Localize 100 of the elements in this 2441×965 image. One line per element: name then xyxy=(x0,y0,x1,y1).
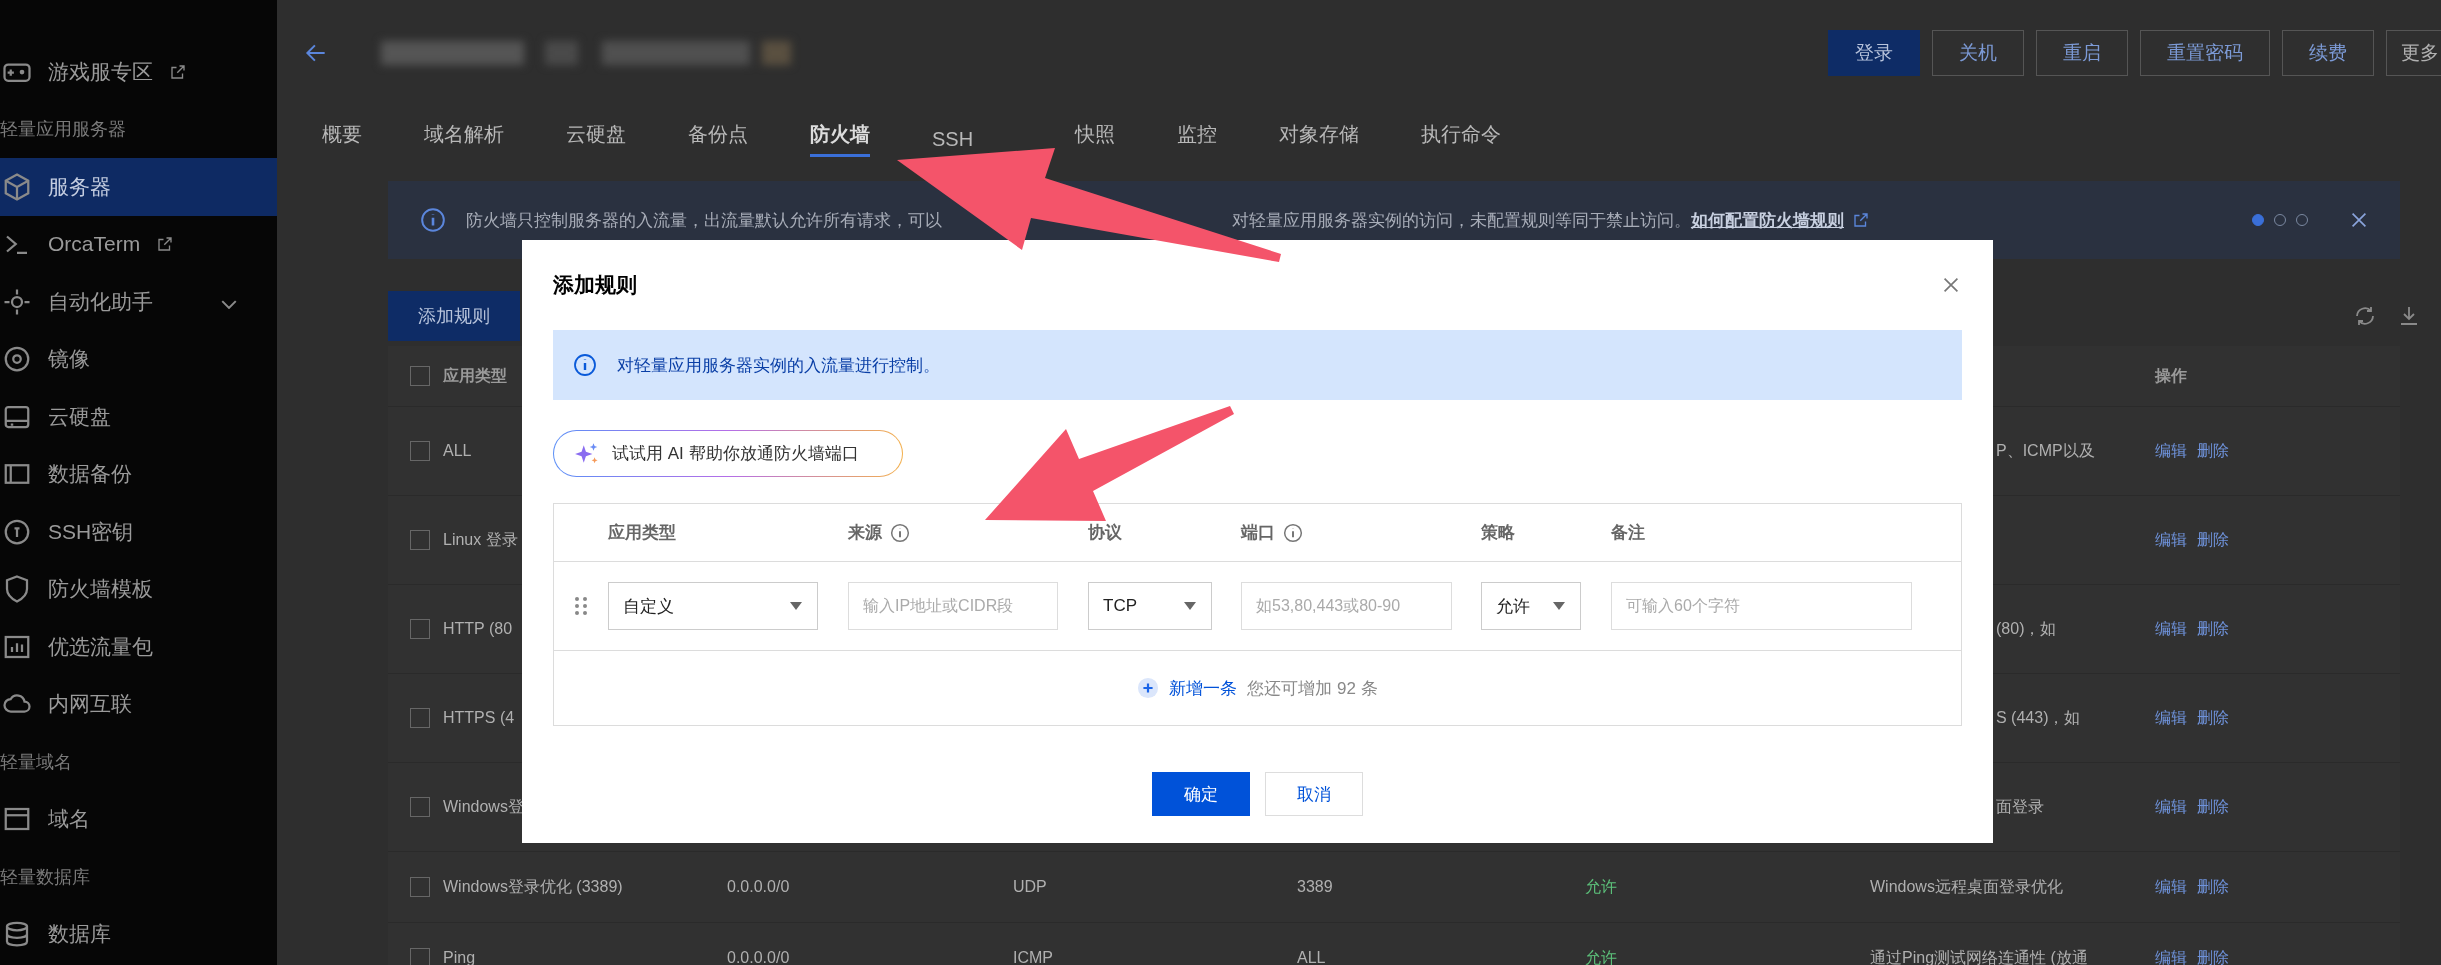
row-action-link[interactable]: 编辑 xyxy=(2155,947,2187,965)
table-cell: HTTP (80 xyxy=(443,620,513,638)
table-cell-text: (80)，如 xyxy=(1996,618,2057,639)
help-link[interactable]: 如何配置防火墙规则 xyxy=(1691,208,1844,232)
tab[interactable]: SSH xyxy=(932,121,974,151)
dialog-title: 添加规则 xyxy=(553,272,637,298)
remaining-count: 您还可增加 92 条 xyxy=(1247,677,1378,700)
table-cell-text: S (443)，如 xyxy=(1996,707,2081,728)
tab[interactable]: 云硬盘 xyxy=(566,115,626,157)
row-checkbox[interactable] xyxy=(410,948,430,965)
confirm-button[interactable]: 确定 xyxy=(1152,772,1250,816)
external-link-icon xyxy=(169,62,187,81)
row-action-link[interactable]: 编辑 xyxy=(2155,876,2187,898)
sidebar-section-title: 轻量数据库 xyxy=(0,865,91,889)
row-action-link[interactable]: 编辑 xyxy=(2155,707,2187,729)
tab[interactable]: 域名解析 xyxy=(424,115,504,157)
sidebar-item[interactable]: 内网互联 xyxy=(0,675,277,733)
sidebar-item[interactable]: 自动化助手 xyxy=(0,273,277,331)
tab[interactable]: 概要 xyxy=(322,115,362,157)
sidebar-item[interactable]: 服务器 xyxy=(0,158,277,216)
row-checkbox[interactable] xyxy=(410,797,430,817)
tab[interactable]: 执行命令 xyxy=(1421,115,1502,157)
sidebar-item[interactable]: SSH密钥 xyxy=(0,503,277,561)
table-cell: UDP xyxy=(1013,878,1047,896)
row-checkbox[interactable] xyxy=(410,877,430,897)
table-cell-text: 面登录 xyxy=(1996,796,2044,817)
sidebar-item[interactable]: 云硬盘 xyxy=(0,388,277,446)
dropdown-select[interactable]: 自定义 xyxy=(608,582,818,630)
caret-icon xyxy=(789,601,803,611)
cube-icon xyxy=(2,171,32,202)
column-header: 备注 xyxy=(1611,522,1645,544)
drag-handle-icon[interactable] xyxy=(575,597,587,615)
tab[interactable]: 监控 xyxy=(1177,115,1218,157)
row-action-link[interactable]: 删除 xyxy=(2197,796,2229,818)
row-checkbox[interactable] xyxy=(410,441,430,461)
refresh-icon xyxy=(2353,304,2377,328)
dropdown-select[interactable]: TCP xyxy=(1088,582,1212,630)
column-header: 操作 xyxy=(2155,365,2187,386)
column-header: 应用类型 xyxy=(443,365,507,386)
info-icon xyxy=(1283,522,1303,543)
cancel-button[interactable]: 取消 xyxy=(1265,772,1363,816)
row-action-link[interactable]: 删除 xyxy=(2197,529,2229,551)
table-cell: 允许 xyxy=(1585,947,1617,965)
header-button[interactable]: 重启 xyxy=(2036,29,2128,76)
row-action-link[interactable]: 删除 xyxy=(2197,947,2229,965)
table-cell: ALL xyxy=(1297,949,1326,965)
column-header: 端口 xyxy=(1241,522,1275,544)
caret-icon xyxy=(1183,601,1197,611)
plus-circle-icon[interactable] xyxy=(1137,677,1160,699)
tab[interactable]: 对象存储 xyxy=(1279,115,1360,157)
row-action-link[interactable]: 删除 xyxy=(2197,618,2229,640)
row-checkbox[interactable] xyxy=(410,530,430,550)
column-header: 协议 xyxy=(1088,522,1122,544)
row-checkbox[interactable] xyxy=(410,708,430,728)
sidebar-item[interactable]: 数据备份 xyxy=(0,445,277,503)
table-cell-text: 允许 xyxy=(1585,876,1617,897)
banner-text: 对轻量应用服务器实例的访问，未配置规则等同于禁止访问。 xyxy=(1232,209,1691,232)
table-cell: ALL xyxy=(443,442,472,460)
table-cell: 0.0.0.0/0 xyxy=(727,878,790,896)
column-header: 来源 xyxy=(848,522,882,544)
pager-dot[interactable] xyxy=(2252,214,2264,226)
sidebar-item[interactable]: 数据库 xyxy=(0,905,277,963)
input-field[interactable]: 可输入60个字符 xyxy=(1611,582,1912,630)
row-action-link[interactable]: 删除 xyxy=(2197,440,2229,462)
table-cell-text: Windows登 xyxy=(443,796,524,817)
row-action-link[interactable]: 编辑 xyxy=(2155,529,2187,551)
header-button[interactable]: 更多 xyxy=(2386,29,2441,76)
caret-icon xyxy=(1552,601,1566,611)
input-field[interactable]: 输入IP地址或CIDR段 xyxy=(848,582,1058,630)
sidebar-item[interactable]: 优选流量包 xyxy=(0,618,277,676)
table-cell: 0.0.0.0/0 xyxy=(727,949,790,965)
row-action-link[interactable]: 编辑 xyxy=(2155,796,2187,818)
row-action-link[interactable]: 删除 xyxy=(2197,707,2229,729)
tab[interactable]: 快照 xyxy=(1075,115,1116,157)
sidebar-item[interactable]: OrcaTerm xyxy=(0,215,277,273)
column-header: 策略 xyxy=(1481,522,1515,544)
select-all-checkbox[interactable] xyxy=(410,366,430,386)
header-button[interactable]: 关机 xyxy=(1932,29,2024,76)
header-button[interactable]: 重置密码 xyxy=(2140,29,2270,76)
row-action-link[interactable]: 删除 xyxy=(2197,876,2229,898)
table-cell: ICMP xyxy=(1013,949,1053,965)
tab[interactable]: 防火墙 xyxy=(810,115,870,157)
add-rule-button[interactable]: 添加规则 xyxy=(388,291,520,341)
add-row-link[interactable]: 新增一条 xyxy=(1169,676,1238,700)
sidebar-item[interactable]: 游戏服专区 xyxy=(0,43,277,101)
sidebar-item[interactable]: 域名 xyxy=(0,790,277,848)
chevron-down-icon xyxy=(221,299,237,309)
sidebar-item[interactable]: 防火墙模板 xyxy=(0,560,277,618)
header-button[interactable]: 登录 xyxy=(1828,29,1920,76)
row-action-link[interactable]: 编辑 xyxy=(2155,440,2187,462)
dropdown-select[interactable]: 允许 xyxy=(1481,582,1581,630)
row-action-link[interactable]: 编辑 xyxy=(2155,618,2187,640)
ai-assist-button[interactable]: 试试用 AI 帮助你放通防火墙端口 xyxy=(553,430,903,477)
input-field[interactable]: 如53,80,443或80-90 xyxy=(1241,582,1452,630)
row-checkbox[interactable] xyxy=(410,619,430,639)
table-cell-text: Windows登录优化 (3389) xyxy=(443,876,623,897)
sidebar-item[interactable]: 镜像 xyxy=(0,330,277,388)
tab[interactable]: 备份点 xyxy=(688,115,748,157)
info-icon xyxy=(890,522,910,543)
header-button[interactable]: 续费 xyxy=(2282,29,2374,76)
